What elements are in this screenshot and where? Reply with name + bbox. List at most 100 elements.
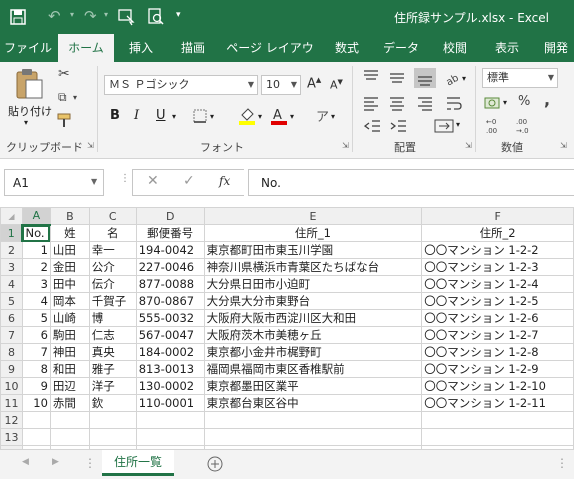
data-cell[interactable]	[203, 411, 423, 429]
column-header[interactable]: B	[49, 207, 90, 225]
data-cell[interactable]: 555-0032	[135, 309, 205, 327]
bold-button[interactable]: B	[110, 108, 120, 123]
alignment-launcher-icon[interactable]: ⇲	[465, 141, 472, 150]
data-cell[interactable]	[135, 428, 205, 446]
data-cell[interactable]: 田辺	[49, 377, 90, 395]
copy-icon[interactable]: ⧉	[58, 90, 67, 105]
data-cell[interactable]: 870-0867	[135, 292, 205, 310]
data-cell[interactable]: 大阪府大阪市西淀川区大和田	[203, 309, 423, 327]
data-cell[interactable]: 欽	[88, 394, 137, 412]
tab-draw[interactable]: 描画	[170, 34, 216, 62]
row-header[interactable]: 7	[0, 326, 23, 344]
header-cell[interactable]: 姓	[49, 224, 90, 242]
data-cell[interactable]: 1	[21, 241, 51, 259]
data-cell[interactable]: 博	[88, 309, 137, 327]
data-cell[interactable]: 山崎	[49, 309, 90, 327]
wrap-text-icon[interactable]	[446, 95, 462, 113]
data-cell[interactable]	[88, 428, 137, 446]
cut-icon[interactable]: ✂	[58, 66, 70, 82]
data-cell[interactable]: 184-0002	[135, 343, 205, 361]
row-header[interactable]: 1	[0, 224, 24, 242]
data-cell[interactable]: 〇〇マンション 1-2-4	[421, 275, 574, 293]
data-cell[interactable]: 東京都小金井市梶野町	[203, 343, 423, 361]
tab-insert[interactable]: 挿入	[118, 34, 164, 62]
borders-icon[interactable]	[192, 108, 208, 124]
scroll-left-icon[interactable]: ◀	[22, 457, 29, 467]
percent-button[interactable]: %	[518, 94, 530, 109]
scroll-right-icon[interactable]: ▶	[52, 457, 59, 467]
tab-data[interactable]: データ	[378, 34, 424, 62]
decrease-font-icon[interactable]: A▼	[330, 78, 343, 92]
underline-button[interactable]: U	[156, 108, 166, 123]
data-cell[interactable]: 〇〇マンション 1-2-3	[421, 258, 574, 276]
row-header[interactable]: 9	[0, 360, 23, 378]
data-cell[interactable]: 大分県日田市小迫町	[203, 275, 423, 293]
orientation-icon[interactable]: ab	[444, 70, 462, 86]
borders-dropdown-icon[interactable]: ▾	[210, 112, 214, 121]
data-cell[interactable]: 〇〇マンション 1-2-9	[421, 360, 574, 378]
row-header[interactable]: 3	[0, 258, 23, 276]
undo-icon[interactable]: ↶	[48, 7, 61, 25]
data-cell[interactable]: 神奈川県横浜市青葉区たちばな台	[203, 258, 423, 276]
data-cell[interactable]: 山田	[49, 241, 90, 259]
paste-label[interactable]: 貼り付け	[8, 103, 52, 119]
data-cell[interactable]: 5	[21, 309, 51, 327]
data-cell[interactable]: 4	[21, 292, 51, 310]
data-cell[interactable]: 567-0047	[135, 326, 205, 344]
data-cell[interactable]: 神田	[49, 343, 90, 361]
data-cell[interactable]: 8	[21, 360, 51, 378]
data-cell[interactable]: 3	[21, 275, 51, 293]
column-header[interactable]: C	[88, 207, 137, 225]
row-header[interactable]: 13	[0, 428, 23, 446]
data-cell[interactable]	[21, 411, 51, 429]
data-cell[interactable]: 130-0002	[135, 377, 205, 395]
format-painter-icon[interactable]	[56, 112, 74, 128]
data-cell[interactable]: 福岡県福岡市東区香椎駅前	[203, 360, 423, 378]
data-cell[interactable]: 駒田	[49, 326, 90, 344]
data-cell[interactable]: 〇〇マンション 1-2-11	[421, 394, 574, 412]
font-color-icon[interactable]: A	[270, 106, 288, 126]
header-cell[interactable]: No.	[21, 224, 51, 242]
header-cell[interactable]: 郵便番号	[135, 224, 205, 242]
data-cell[interactable]: 813-0013	[135, 360, 205, 378]
sheet-tab-address-list[interactable]: 住所一覧	[102, 450, 174, 476]
tab-review[interactable]: 校閲	[432, 34, 478, 62]
data-cell[interactable]	[88, 411, 137, 429]
print-preview-icon[interactable]	[147, 8, 165, 26]
data-cell[interactable]: 〇〇マンション 1-2-8	[421, 343, 574, 361]
data-cell[interactable]: 東京都町田市東玉川学園	[203, 241, 423, 259]
data-cell[interactable]: 東京都墨田区業平	[203, 377, 423, 395]
drag-handle-icon[interactable]: ⋮	[120, 173, 130, 184]
fill-color-dropdown-icon[interactable]: ▾	[258, 112, 262, 121]
tab-developer[interactable]: 開発	[536, 34, 574, 62]
new-sheet-icon[interactable]	[207, 456, 223, 472]
more-options-icon[interactable]: ⋮	[556, 456, 568, 470]
data-cell[interactable]: 6	[21, 326, 51, 344]
vertical-align-icons[interactable]	[362, 68, 442, 88]
undo-dropdown-icon[interactable]: ▾	[70, 10, 74, 19]
currency-icon[interactable]	[484, 94, 502, 112]
touch-mode-icon[interactable]	[118, 8, 136, 26]
comma-button[interactable]: ,	[544, 90, 550, 109]
tab-view[interactable]: 表示	[484, 34, 530, 62]
data-cell[interactable]: 伝介	[88, 275, 137, 293]
data-cell[interactable]: 大分県大分市東野台	[203, 292, 423, 310]
font-size-dropdown[interactable]: 10 ▼	[261, 75, 301, 95]
column-header[interactable]: D	[135, 207, 205, 225]
data-cell[interactable]: 〇〇マンション 1-2-6	[421, 309, 574, 327]
header-cell[interactable]: 住所_2	[421, 224, 574, 242]
row-header[interactable]: 6	[0, 309, 23, 327]
row-header[interactable]: 8	[0, 343, 23, 361]
data-cell[interactable]: 幸一	[88, 241, 137, 259]
data-cell[interactable]: 岡本	[49, 292, 90, 310]
enter-icon[interactable]: ✓	[183, 173, 195, 189]
row-header[interactable]: 11	[0, 394, 23, 412]
data-cell[interactable]	[203, 428, 423, 446]
number-launcher-icon[interactable]: ⇲	[560, 141, 567, 150]
header-cell[interactable]: 名	[88, 224, 137, 242]
row-header[interactable]: 12	[0, 411, 23, 429]
data-cell[interactable]	[421, 411, 574, 429]
row-header[interactable]: 2	[0, 241, 23, 259]
column-header[interactable]: F	[421, 207, 574, 225]
data-cell[interactable]: 227-0046	[135, 258, 205, 276]
